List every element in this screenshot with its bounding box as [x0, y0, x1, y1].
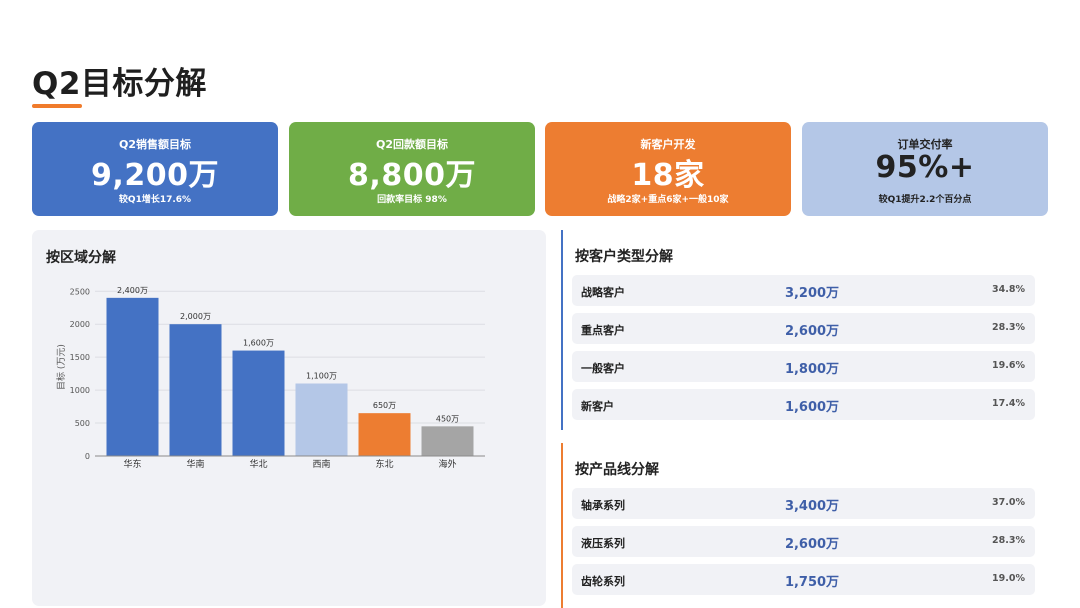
list-item: 液压系列 2,600万 28.3% [572, 526, 1035, 557]
x-tick-label: 华北 [249, 458, 267, 470]
list-item: 一般客户 1,800万 19.6% [572, 351, 1035, 382]
region-bar-chart: 0 500 1000 1500 2000 2500 目标 (万元) 2,400万华东 2,000… [55, 286, 485, 470]
x-tick-label: 海外 [438, 458, 456, 470]
kpi-value: 95%+ [875, 150, 975, 185]
product-line-panel: 按产品线分解 轴承系列 3,400万 37.0% 液压系列 2,600万 28.… [561, 443, 1045, 608]
title-underline [32, 104, 82, 108]
row-percent: 17.4% [992, 398, 1025, 409]
y-tick-label: 2500 [70, 287, 90, 296]
row-value: 1,750万 [784, 575, 840, 590]
y-tick-label: 2000 [70, 320, 90, 329]
bar-华东 [106, 297, 159, 456]
customer-type-title: 按客户类型分解 [575, 249, 673, 265]
kpi-sub: 战略2家+重点6家+一般10家 [607, 195, 729, 205]
kpi-card-delivery-rate: 订单交付率 95%+ 较Q1提升2.2个百分点 [802, 122, 1048, 216]
row-percent: 28.3% [992, 535, 1025, 546]
list-item: 战略客户 3,200万 34.8% [572, 275, 1035, 306]
row-name: 一般客户 [581, 362, 625, 375]
customer-type-panel: 按客户类型分解 战略客户 3,200万 34.8% 重点客户 2,600万 28… [561, 230, 1045, 430]
kpi-sub: 回款率目标 98% [377, 195, 447, 205]
kpi-value: 8,800万 [348, 158, 476, 193]
data-label: 650万 [373, 401, 396, 410]
panel-accent-bar [561, 230, 563, 430]
row-name: 液压系列 [581, 537, 625, 550]
row-percent: 19.0% [992, 573, 1025, 584]
kpi-value: 9,200万 [91, 158, 219, 193]
y-axis-label: 目标 (万元) [55, 344, 67, 390]
list-item: 新客户 1,600万 17.4% [572, 389, 1035, 420]
list-item: 重点客户 2,600万 28.3% [572, 313, 1035, 344]
row-name: 重点客户 [581, 324, 625, 337]
row-value: 3,400万 [784, 499, 840, 514]
row-value: 2,600万 [784, 537, 840, 552]
kpi-sub: 较Q1增长17.6% [118, 195, 192, 205]
data-label: 2,400万 [117, 286, 148, 295]
list-item: 轴承系列 3,400万 37.0% [572, 488, 1035, 519]
bar-东北 [358, 413, 411, 456]
kpi-card-collection-target: Q2回款额目标 8,800万 回款率目标 98% [289, 122, 535, 216]
x-tick-label: 华东 [123, 458, 141, 470]
bar-海外 [421, 426, 474, 456]
kpi-value: 18家 [631, 158, 705, 193]
kpi-card-sales-target: Q2销售额目标 9,200万 较Q1增长17.6% [32, 122, 278, 216]
y-tick-label: 1500 [70, 353, 90, 362]
row-value: 1,600万 [784, 400, 840, 415]
y-tick-label: 500 [75, 419, 90, 428]
region-panel-title: 按区域分解 [46, 250, 116, 266]
panel-accent-bar [561, 443, 563, 608]
row-value: 2,600万 [784, 324, 840, 339]
row-percent: 19.6% [992, 360, 1025, 371]
list-item: 齿轮系列 1,750万 19.0% [572, 564, 1035, 595]
x-tick-label: 东北 [375, 458, 393, 470]
bar-西南 [295, 383, 348, 456]
row-name: 新客户 [581, 400, 614, 413]
row-value: 1,800万 [784, 362, 840, 377]
row-value: 3,200万 [784, 286, 840, 301]
data-label: 1,600万 [243, 339, 274, 348]
row-percent: 37.0% [992, 497, 1025, 508]
data-label: 450万 [436, 414, 459, 423]
data-label: 2,000万 [180, 312, 211, 321]
data-label: 1,100万 [306, 372, 337, 381]
bar-华南 [169, 324, 222, 456]
region-breakdown-panel: 0 500 1000 1500 2000 2500 目标 (万元) 2,400万 华东 2,000… [32, 230, 546, 606]
page-title: Q2目标分解 [32, 66, 207, 102]
kpi-card-new-customers: 新客户开发 18家 战略2家+重点6家+一般10家 [545, 122, 791, 216]
x-tick-label: 华南 [186, 458, 204, 470]
kpi-sub: 较Q1提升2.2个百分点 [878, 195, 972, 205]
bar-华北 [232, 350, 285, 456]
y-tick-label: 1000 [70, 386, 90, 395]
row-percent: 28.3% [992, 322, 1025, 333]
row-name: 战略客户 [581, 286, 625, 299]
y-tick-label: 0 [85, 452, 90, 461]
x-tick-label: 西南 [312, 458, 330, 470]
row-name: 轴承系列 [581, 499, 625, 512]
row-name: 齿轮系列 [581, 575, 625, 588]
row-percent: 34.8% [992, 284, 1025, 295]
product-line-title: 按产品线分解 [575, 462, 659, 478]
